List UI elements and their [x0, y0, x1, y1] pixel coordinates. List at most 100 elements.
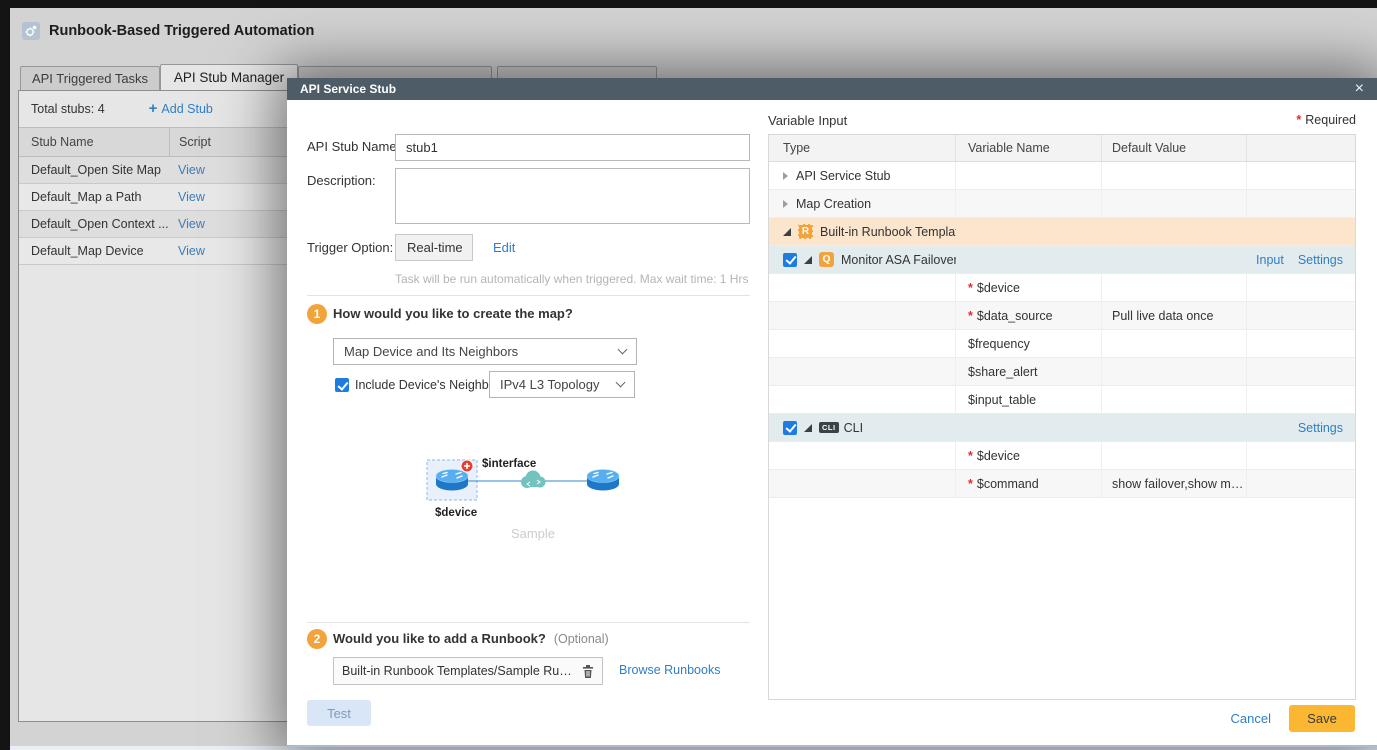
- neighbor-router-icon: [586, 469, 620, 491]
- add-badge-icon: [460, 459, 474, 473]
- map-type-value: Map Device and Its Neighbors: [344, 344, 519, 359]
- trigger-option-value: Real-time: [395, 234, 473, 261]
- actions-cell: [1247, 190, 1355, 217]
- api-stub-name-label: API Stub Name:: [307, 139, 401, 154]
- settings-link[interactable]: Settings: [1298, 421, 1343, 435]
- step2-badge: 2: [307, 629, 327, 649]
- divider: [307, 295, 750, 296]
- interface-label: $interface: [482, 458, 536, 470]
- row-checkbox[interactable]: [783, 252, 797, 267]
- expand-icon[interactable]: [783, 199, 788, 208]
- total-stubs-label: Total stubs: 4: [31, 102, 105, 116]
- runbook-field[interactable]: Built-in Runbook Templates/Sample Runbo.…: [333, 657, 603, 685]
- save-button[interactable]: Save: [1289, 705, 1355, 732]
- variable-name-cell: [956, 414, 1102, 441]
- dialog-footer: Cancel Save: [1231, 705, 1355, 732]
- variable-row: * $device: [769, 442, 1355, 470]
- default-value-cell: [1102, 218, 1247, 245]
- sample-caption: Sample: [510, 526, 556, 541]
- edit-link[interactable]: Edit: [493, 240, 515, 255]
- actions-cell: [1247, 386, 1355, 413]
- type-cell: [769, 386, 956, 413]
- variable-row: * $device: [769, 274, 1355, 302]
- trash-icon[interactable]: [582, 664, 594, 678]
- variable-row: $frequency: [769, 330, 1355, 358]
- expand-icon[interactable]: [783, 171, 788, 180]
- chevron-down-icon: [617, 344, 628, 355]
- type-cell: CLI CLI: [769, 414, 956, 441]
- stub-name-cell: Default_Open Context ...: [31, 217, 169, 231]
- variable-name-cell: $share_alert: [956, 358, 1102, 385]
- collapse-icon[interactable]: [804, 255, 812, 264]
- test-button[interactable]: Test: [307, 700, 371, 726]
- view-script-link[interactable]: View: [178, 217, 205, 231]
- variable-name: $input_table: [968, 392, 1037, 407]
- cli-badge-icon: CLI: [819, 422, 839, 433]
- browse-runbooks-link[interactable]: Browse Runbooks: [619, 663, 720, 677]
- required-star-icon: *: [1296, 113, 1302, 127]
- api-service-stub-dialog: API Service Stub × API Stub Name: Descri…: [287, 78, 1377, 747]
- map-type-dropdown[interactable]: Map Device and Its Neighbors: [333, 338, 637, 365]
- variable-table: Type Variable Name Default Value API Ser…: [768, 134, 1356, 700]
- collapse-icon[interactable]: [783, 227, 791, 236]
- type-cell: [769, 358, 956, 385]
- screen: Runbook-Based Triggered Automation API T…: [0, 0, 1377, 750]
- variable-row: Q Monitor ASA Failover Stat... Input Settin…: [769, 246, 1355, 274]
- type-cell: [769, 302, 956, 329]
- collapse-icon[interactable]: [804, 423, 812, 432]
- variable-name-cell: [956, 246, 1102, 273]
- cloud-icon: [521, 470, 546, 488]
- tab-api-stub-manager[interactable]: API Stub Manager: [160, 64, 298, 90]
- view-script-link[interactable]: View: [178, 190, 205, 204]
- stub-name-cell: Default_Map a Path: [31, 190, 142, 204]
- add-stub-label: Add Stub: [161, 102, 213, 116]
- variable-row: $share_alert: [769, 358, 1355, 386]
- required-star-icon: *: [968, 308, 973, 323]
- chevron-down-icon: [615, 377, 626, 388]
- variable-name-cell: $input_table: [956, 386, 1102, 413]
- variable-input-title: Variable Input: [768, 113, 848, 128]
- include-neighbors-checkbox[interactable]: [335, 378, 349, 392]
- runbook-value: Built-in Runbook Templates/Sample Runbo.…: [342, 664, 576, 678]
- actions-cell: [1247, 218, 1355, 245]
- view-script-link[interactable]: View: [178, 244, 205, 258]
- type-cell: [769, 274, 956, 301]
- column-header-type: Type: [769, 135, 956, 161]
- actions-cell: [1247, 358, 1355, 385]
- add-stub-button[interactable]: + Add Stub: [148, 100, 213, 117]
- settings-link[interactable]: Settings: [1298, 253, 1343, 267]
- sample-map-diagram: $interface $device: [426, 458, 620, 519]
- variable-name-cell: $frequency: [956, 330, 1102, 357]
- step1-question: How would you like to create the map?: [333, 306, 573, 321]
- include-neighbors-label: Include Device's Neighbors: [355, 378, 507, 392]
- optional-label: (Optional): [553, 632, 609, 646]
- variable-name: $share_alert: [968, 364, 1038, 379]
- step2-question: Would you like to add a Runbook?: [333, 631, 546, 646]
- variable-default-value: show failover,show moni...: [1112, 476, 1246, 491]
- tab-api-triggered-tasks[interactable]: API Triggered Tasks: [20, 66, 160, 90]
- api-stub-name-field[interactable]: [395, 134, 750, 161]
- row-checkbox[interactable]: [783, 420, 797, 435]
- description-field[interactable]: [395, 168, 750, 224]
- automation-gear-icon: [22, 22, 40, 40]
- actions-cell: [1247, 162, 1355, 189]
- variable-name: $device: [976, 280, 1020, 295]
- actions-cell: [1247, 274, 1355, 301]
- variable-table-header: Type Variable Name Default Value: [769, 135, 1355, 162]
- variable-name: $command: [976, 476, 1039, 491]
- default-value-cell: [1102, 442, 1247, 469]
- default-value-cell: [1102, 358, 1247, 385]
- plus-icon: +: [148, 100, 158, 117]
- view-script-link[interactable]: View: [178, 163, 205, 177]
- topology-dropdown[interactable]: IPv4 L3 Topology: [489, 371, 635, 398]
- variable-name: $frequency: [968, 336, 1030, 351]
- variable-name: $data_source: [976, 308, 1053, 323]
- required-star-icon: *: [968, 280, 973, 295]
- variable-row: Map Creation: [769, 190, 1355, 218]
- close-icon[interactable]: ×: [1355, 81, 1364, 97]
- variable-name-cell: [956, 218, 1102, 245]
- default-value-cell: show failover,show moni...: [1102, 470, 1247, 497]
- trigger-option-label: Trigger Option:: [307, 240, 394, 255]
- input-link[interactable]: Input: [1256, 253, 1284, 267]
- cancel-button[interactable]: Cancel: [1231, 711, 1271, 726]
